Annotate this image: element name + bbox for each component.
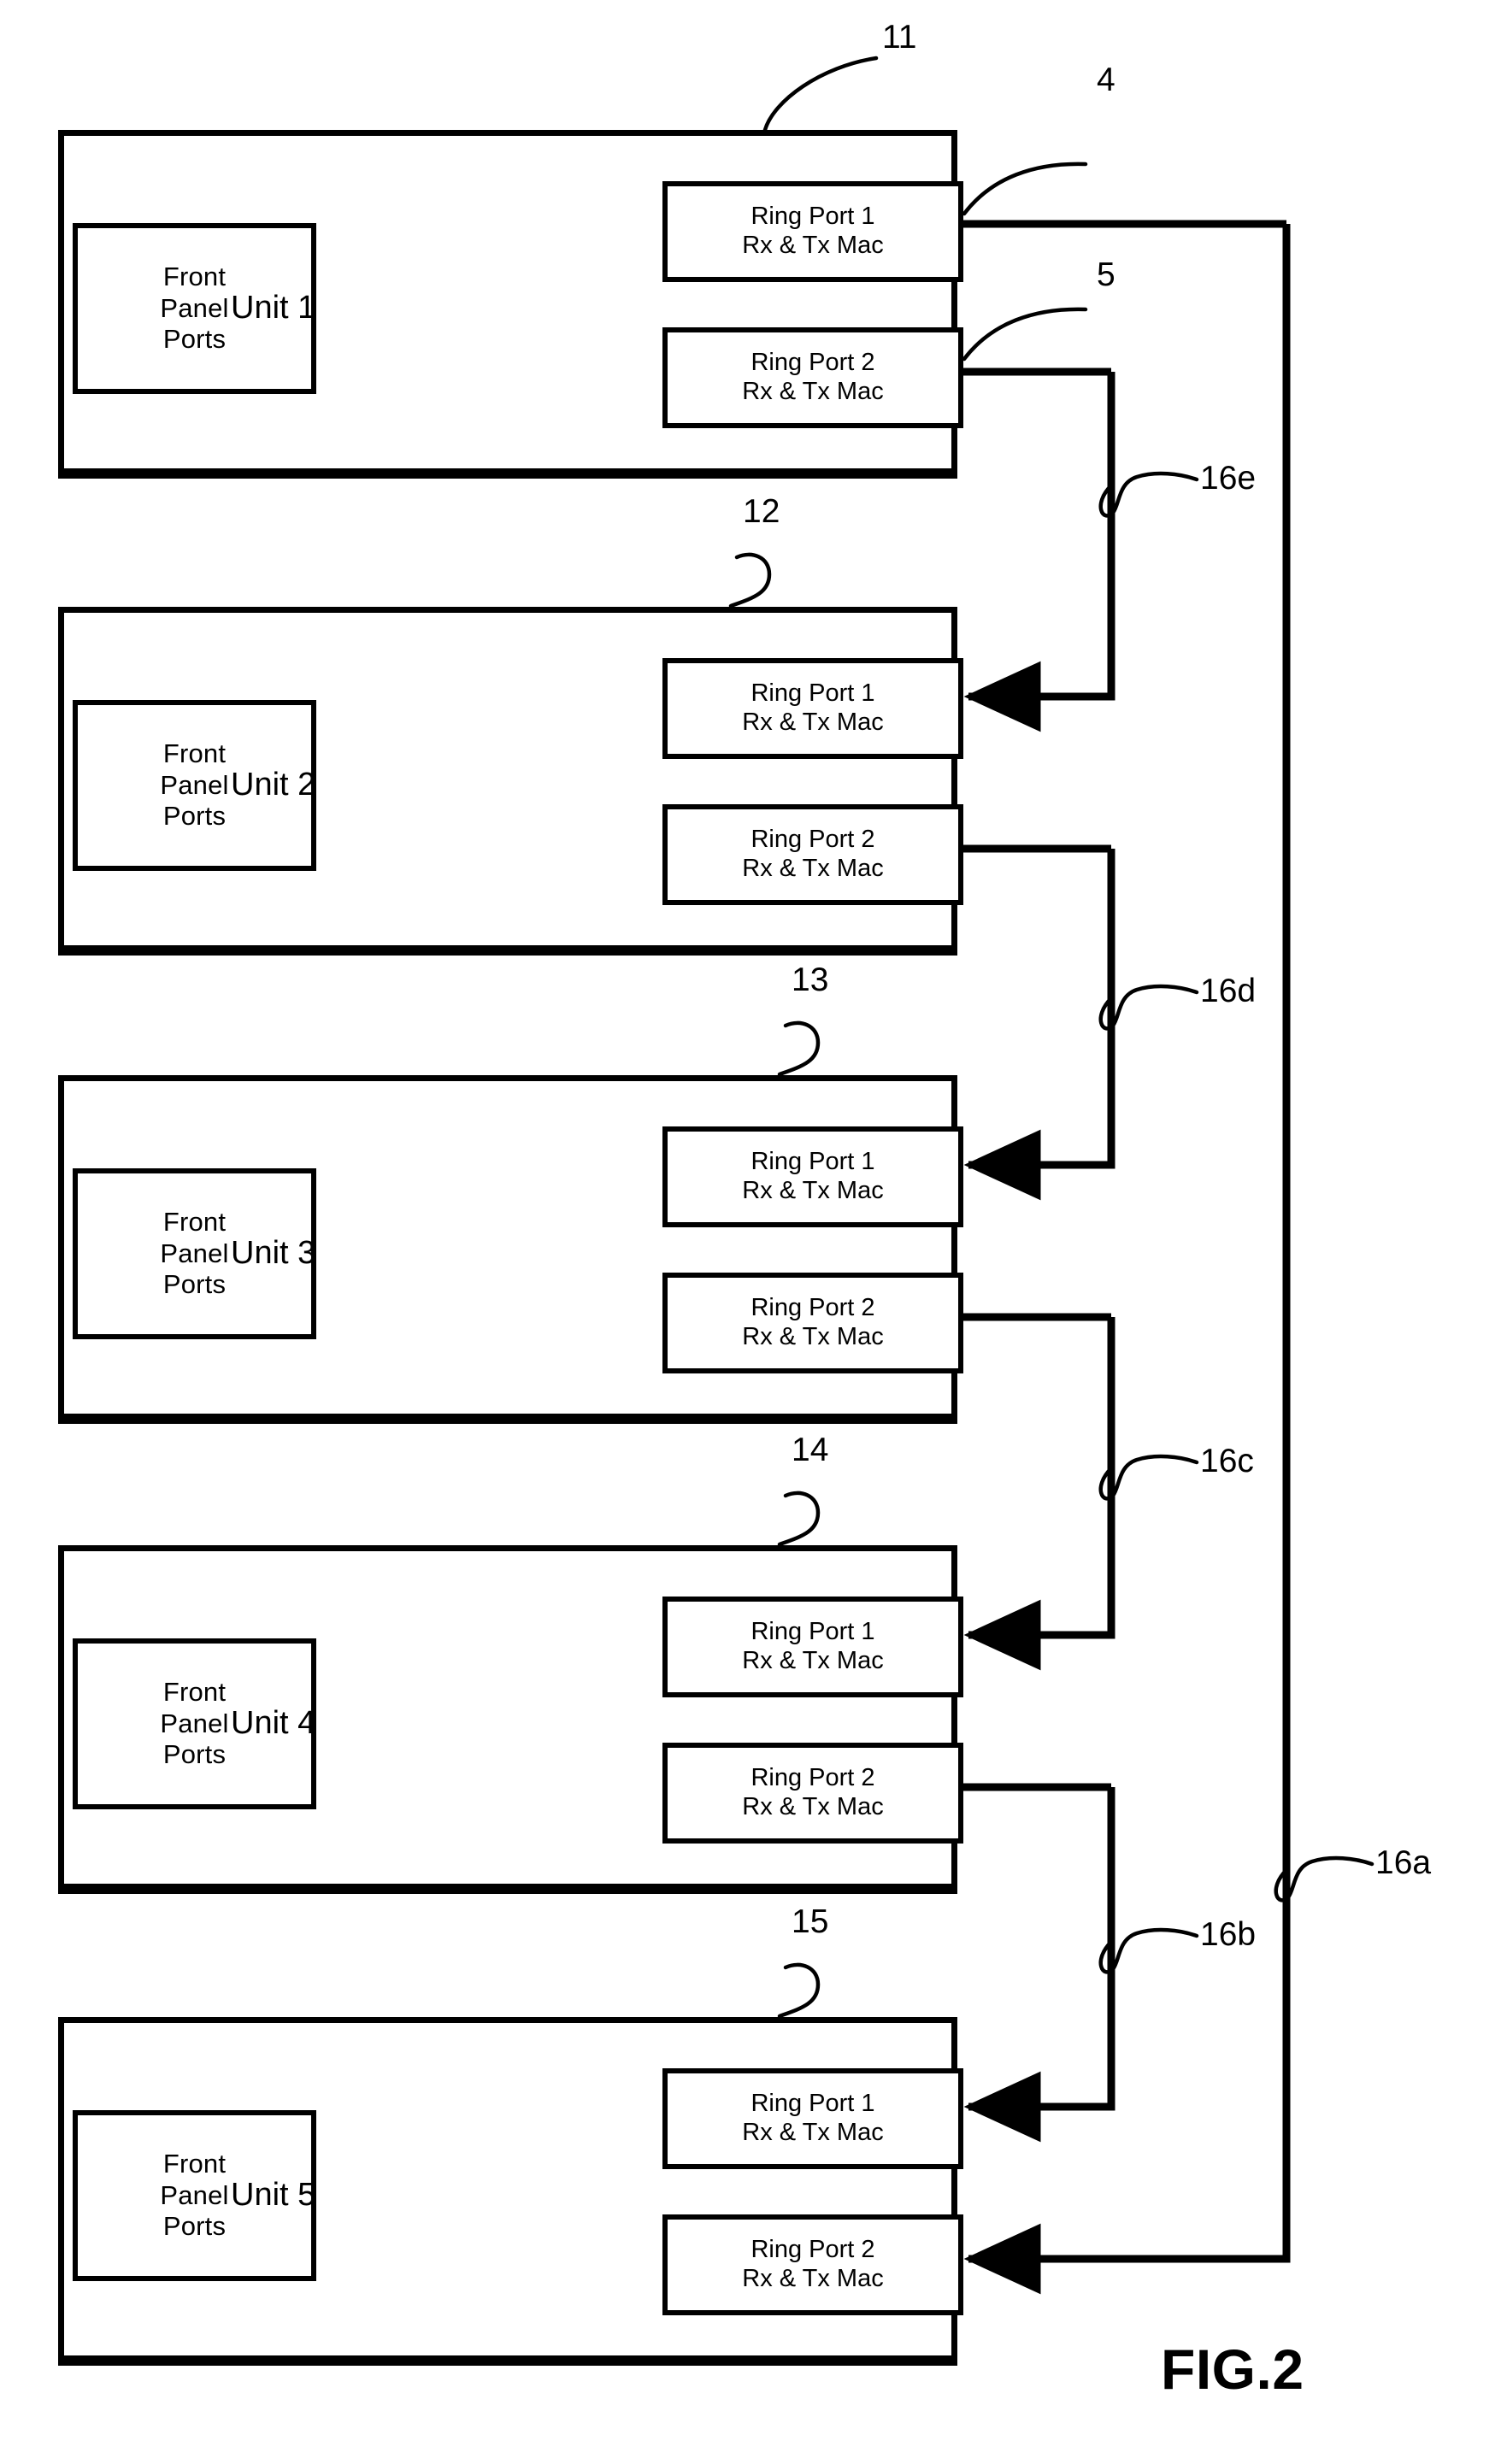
front-panel-line-1: Panel [160, 1708, 229, 1738]
leader-11 [762, 56, 879, 132]
unit-chassis-2: Front Panel Ports Unit 2 Ring Port 1 Rx … [58, 607, 963, 956]
ring-port-sub: Rx & Tx Mac [742, 1793, 884, 1820]
leader-5 [962, 307, 1088, 362]
front-panel-line-0: Front [162, 1207, 227, 1238]
ring-port-2-unit-3: Ring Port 2 Rx & Tx Mac [662, 1273, 963, 1373]
ring-port-2-unit-4: Ring Port 2 Rx & Tx Mac [662, 1743, 963, 1844]
reference-numeral-11: 11 [882, 19, 917, 56]
leader-4 [962, 162, 1088, 216]
leader-13 [777, 1020, 821, 1077]
unit-label-2: Unit 2 [231, 767, 316, 803]
ring-port-title: Ring Port 1 [750, 679, 875, 708]
ring-port-title: Ring Port 1 [750, 1148, 875, 1176]
leader-16c [1098, 1454, 1199, 1501]
unit-chassis-4: Front Panel Ports Unit 4 Ring Port 1 Rx … [58, 1545, 963, 1894]
front-panel-line-1: Panel [160, 2179, 229, 2210]
front-panel-line-2: Ports [162, 2211, 227, 2242]
reference-numeral-5: 5 [1097, 256, 1115, 293]
ring-port-sub: Rx & Tx Mac [742, 1177, 884, 1204]
leader-12 [728, 552, 772, 609]
unit-label-5: Unit 5 [231, 2177, 316, 2213]
ring-link-16c [963, 1317, 1115, 1671]
figure-caption: FIG.2 [1161, 2338, 1304, 2401]
front-panel-line-1: Panel [160, 769, 229, 800]
ring-port-title: Ring Port 2 [750, 349, 875, 377]
front-panel-line-0: Front [162, 738, 227, 769]
front-panel-line-2: Ports [162, 1269, 227, 1300]
unit-chassis-3: Front Panel Ports Unit 3 Ring Port 1 Rx … [58, 1075, 963, 1424]
leader-14 [777, 1491, 821, 1547]
ring-port-title: Ring Port 2 [750, 826, 875, 854]
front-panel-line-0: Front [162, 2149, 227, 2179]
reference-numeral-13: 13 [792, 961, 829, 998]
unit-label-3: Unit 3 [231, 1235, 316, 1271]
ring-port-1-unit-5: Ring Port 1 Rx & Tx Mac [662, 2068, 963, 2169]
unit-chassis-1: Front Panel Ports Unit 1 Ring Port 1 Rx … [58, 130, 963, 479]
reference-numeral-4: 4 [1097, 62, 1115, 98]
ring-port-1-unit-4: Ring Port 1 Rx & Tx Mac [662, 1597, 963, 1697]
reference-numeral-16d: 16d [1200, 973, 1257, 1009]
front-panel-line-1: Panel [160, 1238, 229, 1268]
ring-port-sub: Rx & Tx Mac [742, 232, 884, 259]
ring-port-title: Ring Port 2 [750, 2236, 875, 2264]
reference-numeral-16c: 16c [1200, 1443, 1254, 1479]
front-panel-line-1: Panel [160, 292, 229, 323]
front-panel-line-2: Ports [162, 801, 227, 832]
ring-port-1-unit-2: Ring Port 1 Rx & Tx Mac [662, 658, 963, 759]
leader-16e [1098, 471, 1199, 518]
reference-numeral-16b: 16b [1200, 1916, 1257, 1953]
front-panel-line-0: Front [162, 1677, 227, 1708]
leader-16d [1098, 984, 1199, 1031]
ring-port-2-unit-2: Ring Port 2 Rx & Tx Mac [662, 804, 963, 905]
ring-port-sub: Rx & Tx Mac [742, 855, 884, 882]
reference-numeral-16a: 16a [1375, 1844, 1432, 1881]
ring-port-sub: Rx & Tx Mac [742, 378, 884, 405]
ring-link-16e [963, 372, 1115, 732]
ring-port-title: Ring Port 1 [750, 1618, 875, 1646]
ring-port-sub: Rx & Tx Mac [742, 2119, 884, 2146]
figure-canvas: Front Panel Ports Unit 1 Ring Port 1 Rx … [0, 0, 1501, 2464]
reference-numeral-12: 12 [743, 493, 780, 530]
ring-link-16b [963, 1787, 1115, 2143]
leader-16b [1098, 1927, 1199, 1974]
ring-port-title: Ring Port 2 [750, 1294, 875, 1322]
ring-port-2-unit-1: Ring Port 2 Rx & Tx Mac [662, 327, 963, 428]
ring-link-16d [963, 849, 1115, 1201]
ring-port-1-unit-1: Ring Port 1 Rx & Tx Mac [662, 181, 963, 282]
leader-16a [1274, 1855, 1374, 1902]
front-panel-line-2: Ports [162, 1739, 227, 1770]
unit-chassis-5: Front Panel Ports Unit 5 Ring Port 1 Rx … [58, 2017, 963, 2366]
front-panel-line-0: Front [162, 262, 227, 292]
ring-port-title: Ring Port 1 [750, 2090, 875, 2118]
unit-label-1: Unit 1 [231, 290, 316, 326]
ring-port-sub: Rx & Tx Mac [742, 1323, 884, 1350]
ring-port-sub: Rx & Tx Mac [742, 1647, 884, 1674]
reference-numeral-14: 14 [792, 1432, 829, 1468]
ring-port-sub: Rx & Tx Mac [742, 709, 884, 736]
unit-label-4: Unit 4 [231, 1705, 316, 1741]
reference-numeral-15: 15 [792, 1903, 829, 1940]
ring-port-title: Ring Port 1 [750, 203, 875, 231]
front-panel-line-2: Ports [162, 324, 227, 355]
ring-port-2-unit-5: Ring Port 2 Rx & Tx Mac [662, 2214, 963, 2315]
ring-port-title: Ring Port 2 [750, 1764, 875, 1792]
reference-numeral-16e: 16e [1200, 460, 1257, 497]
ring-port-1-unit-3: Ring Port 1 Rx & Tx Mac [662, 1126, 963, 1227]
ring-port-sub: Rx & Tx Mac [742, 2265, 884, 2292]
leader-15 [777, 1962, 821, 2019]
